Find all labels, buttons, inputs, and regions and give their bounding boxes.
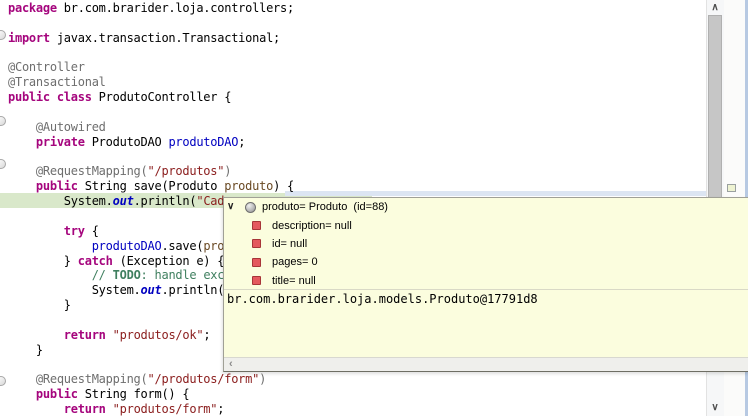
code-line[interactable]: try { [8,224,99,239]
code-line[interactable]: return "produtos/ok"; [8,328,211,343]
code-line[interactable]: private ProdutoDAO produtoDAO; [8,135,246,150]
vertical-scrollbar-thumb[interactable] [708,15,722,203]
code-line[interactable]: public String save(Produto produto) { [8,179,294,194]
code-line[interactable]: return "produtos/form"; [8,402,225,416]
variable-field-label: title= null [272,274,316,287]
code-line[interactable]: System.out.println("Cad [8,194,225,209]
code-line[interactable]: } [8,343,43,358]
variable-field-label: id= null [272,237,308,250]
variable-tree[interactable]: ∨ produto= Produto (id=88) description= … [224,198,748,289]
code-line[interactable]: } catch (Exception e) { [8,254,225,269]
debug-variable-tooltip: ∨ produto= Produto (id=88) description= … [223,197,748,372]
private-field-icon [252,257,261,267]
variable-icon [245,201,256,213]
scroll-left-icon[interactable]: ‹ [229,358,233,371]
variable-root-label: produto= Produto (id=88) [262,201,388,214]
code-line[interactable]: package br.com.brarider.loja.controllers… [8,1,294,16]
code-line[interactable]: import javax.transaction.Transactional; [8,31,280,46]
eclipse-editor-window: package br.com.brarider.loja.controllers… [0,0,748,416]
variable-field-label: pages= 0 [272,256,318,269]
variable-field-row[interactable]: title= null [224,272,748,290]
tooltip-horizontal-scrollbar[interactable]: ‹ [224,357,748,371]
code-line[interactable]: @Autowired [8,120,106,135]
code-line[interactable]: System.out.println( [8,283,225,298]
private-field-icon [252,276,261,286]
code-line[interactable]: @Controller [8,60,85,75]
variable-root-row[interactable]: ∨ produto= Produto (id=88) [224,198,748,216]
variable-field-row[interactable]: id= null [224,235,748,253]
occurrence-highlight [285,191,706,196]
code-line[interactable]: @RequestMapping("/produtos") [8,164,232,179]
code-line[interactable]: public class ProdutoController { [8,90,231,105]
code-line[interactable]: public String form() { [8,387,190,402]
code-line[interactable]: @Transactional [8,75,106,90]
variable-detail-pane[interactable]: br.com.brarider.loja.models.Produto@1779… [224,289,748,358]
chevron-down-icon[interactable]: ∨ [227,202,239,212]
scroll-up-icon[interactable]: ∧ [706,1,724,15]
variable-field-row[interactable]: pages= 0 [224,253,748,271]
code-line[interactable]: } [8,298,71,313]
private-field-icon [252,221,261,231]
code-line[interactable]: // TODO: handle exc [8,268,225,283]
ruler-current-line-marker[interactable] [727,184,736,192]
code-line[interactable]: produtoDAO.save(pro [8,239,225,254]
private-field-icon [252,239,261,249]
variable-field-row[interactable]: description= null [224,216,748,234]
code-line[interactable]: @RequestMapping("/produtos/form") [8,372,266,387]
scroll-down-icon[interactable]: ∨ [706,401,724,415]
variable-field-label: description= null [272,219,352,232]
